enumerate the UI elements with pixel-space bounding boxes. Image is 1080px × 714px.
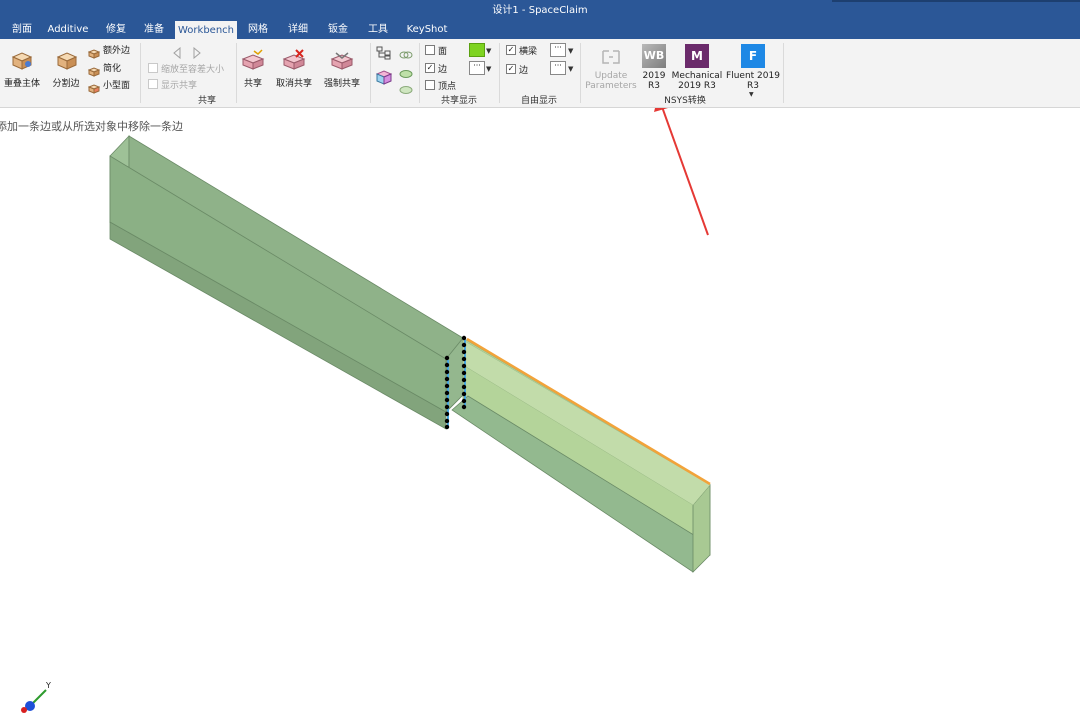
dropdown-arrow-icon[interactable]: ▼ [486,65,491,73]
mechanical-2019-line2: 2019 R3 [678,81,716,91]
edge-checkbox[interactable]: ✓ [425,63,435,73]
overlap-body-icon [10,49,34,71]
vertex-label: 顶点 [438,82,457,92]
share-display-group-label: 共享显示 [440,96,477,106]
ribbon-separator [370,43,371,103]
ansys-group-label: NSYS转换 [664,96,706,106]
dropdown-arrow-icon[interactable]: ▼ [486,47,491,55]
free-display-group-label: 自由显示 [520,96,557,106]
ribbon-separator [783,43,784,103]
unshare-button[interactable]: 取消共享 [270,76,318,89]
simplify-button[interactable]: 简化 [103,61,121,74]
mechanical-2019-button[interactable]: Mechanical [670,71,724,81]
unshare-icon [282,49,306,71]
force-share-icon [330,49,354,71]
free-edge-style-button[interactable]: ··· [550,61,566,75]
overlap-body-button[interactable]: 重叠主体 [2,76,42,89]
workbench-icon: WB [642,44,666,68]
vertex-checkbox[interactable] [425,80,435,90]
split-edge-button[interactable]: 分割边 [48,76,84,89]
tab-workbench[interactable]: Workbench [175,21,237,39]
cube-display-icon[interactable] [375,69,393,85]
dropdown-arrow-icon[interactable]: ▼ [749,91,754,98]
ribbon-separator [580,43,581,103]
share-button[interactable]: 共享 [238,76,268,89]
title-bar: 设计1 - SpaceClaim [0,0,1080,20]
free-edge-label: 边 [519,66,529,76]
small-face-button[interactable]: 小型面 [103,78,130,91]
axis-triad: Y [21,681,51,713]
small-face-icon [87,79,101,94]
window-title: 设计1 - SpaceClaim [492,5,588,16]
tab-prepare[interactable]: 准备 [136,20,172,39]
share-icon [241,49,265,71]
face-checkbox[interactable] [425,45,435,55]
share-group-label: 共享 [197,96,216,106]
mechanical-icon: M [685,44,709,68]
fluent-2019-line2: R3 [747,81,759,91]
left-block-side-face[interactable] [109,155,447,413]
zoom-to-share-checkbox[interactable] [148,63,158,73]
workbench-2019-button[interactable]: 2019 [640,71,668,81]
model-viewport[interactable] [0,108,1080,714]
free-edge-checkbox[interactable]: ✓ [506,64,516,74]
ribbon-tab-bar: 剖面 Additive 修复 准备 Workbench 网格 详细 钣金 工具 … [0,20,1080,39]
green-link-icon[interactable] [399,80,413,94]
dropdown-arrow-icon[interactable]: ▼ [568,47,573,55]
x-axis-icon [21,707,27,713]
tab-keyshot[interactable]: KeyShot [402,20,452,39]
zoom-to-share-label: 缩放至容差大小 [161,65,225,75]
search-box[interactable] [832,0,1080,2]
annotation-arrow-head [654,108,668,112]
y-axis-label: Y [45,681,51,690]
tab-mesh[interactable]: 网格 [240,20,276,39]
split-edge-icon [55,49,79,71]
force-share-button[interactable]: 强制共享 [318,76,366,89]
tab-sheet-metal[interactable]: 钣金 [320,20,356,39]
update-parameters-button[interactable]: Update [584,71,638,81]
update-parameters-line2: Parameters [585,81,637,91]
face-color-swatch[interactable] [469,43,485,57]
link-icon[interactable] [399,45,413,59]
beam-style-button[interactable]: ··· [550,43,566,57]
extra-edge-button[interactable]: 额外边 [103,43,130,56]
update-parameters-icon [600,47,622,67]
prev-next-arrows-icon[interactable] [172,44,204,60]
tab-tools[interactable]: 工具 [360,20,396,39]
face-label: 面 [438,47,448,57]
tab-additive[interactable]: Additive [46,20,90,39]
dropdown-arrow-icon[interactable]: ▼ [568,65,573,73]
edge-style-button[interactable]: ··· [469,61,485,75]
fluent-2019-button[interactable]: Fluent 2019 [724,71,782,81]
tab-detail[interactable]: 详细 [280,20,316,39]
simplify-icon [87,62,101,77]
beam-checkbox[interactable]: ✓ [506,45,516,55]
edge-label: 边 [438,65,448,75]
show-share-checkbox[interactable] [148,79,158,89]
tab-section[interactable]: 剖面 [2,20,42,39]
ribbon: 重叠主体 分割边 额外边 简化 小型面 缩放至容差大小 显示共享 共享 取消共享 [0,39,1080,108]
show-share-label: 显示共享 [161,81,198,91]
annotation-arrow-shaft [661,108,709,236]
tab-repair[interactable]: 修复 [98,20,134,39]
beam-label: 横梁 [519,47,538,57]
extra-edge-icon [87,44,101,59]
fluent-icon: F [741,44,765,68]
workbench-2019-line2: R3 [648,81,660,91]
tree-structure-icon[interactable] [376,45,392,60]
green-link-icon[interactable] [399,64,413,78]
